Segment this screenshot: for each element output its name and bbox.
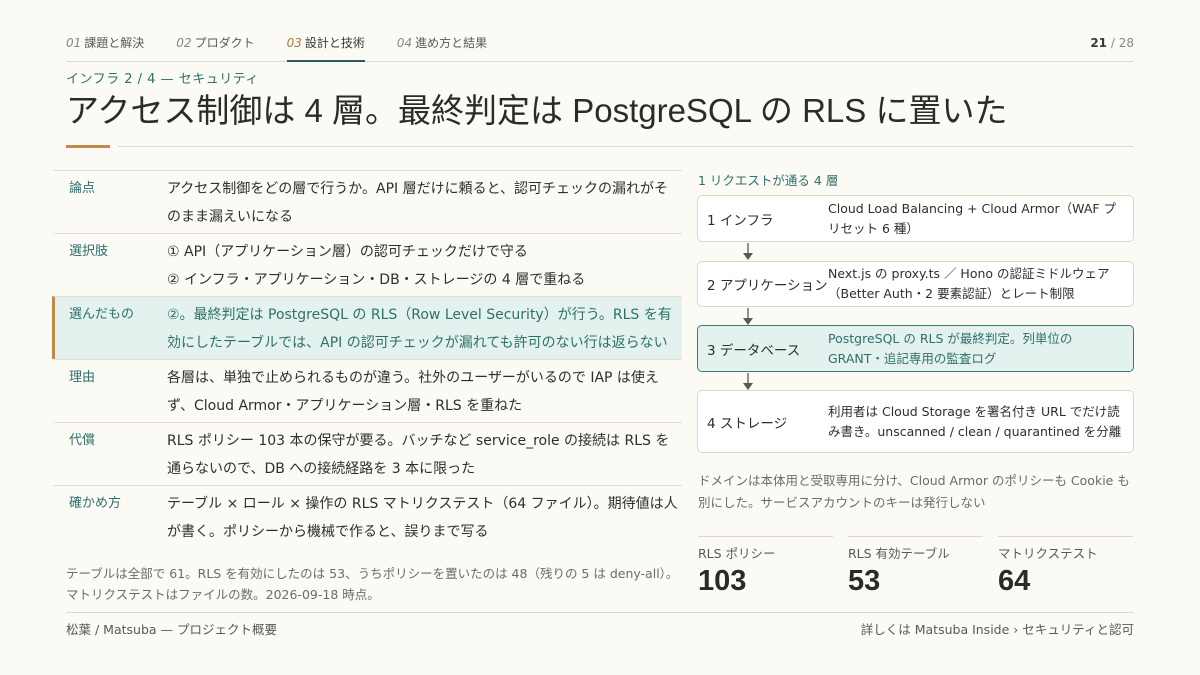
layer-storage: 4 ストレージ 利用者は Cloud Storage を署名付き URL でだけ… <box>697 390 1134 453</box>
layer-database: 3 データベース PostgreSQL の RLS が最終判定。列単位の GRA… <box>697 325 1134 372</box>
layer-desc: PostgreSQL の RLS が最終判定。列単位の GRANT・追記専用の監… <box>828 330 1073 366</box>
option-2: ② インフラ・アプリケーション・DB・ストレージの 4 層で重ねる <box>167 272 586 288</box>
stat-matrix-tests: マトリクステスト 64 <box>998 536 1133 598</box>
layer-name: 1 インフラ <box>707 212 774 229</box>
layer-desc: Next.js の proxy.ts ／ Hono の認証ミドルウェア（Bett… <box>828 266 1110 301</box>
footnote: テーブルは全部で 61。RLS を有効にしたのは 53、うちポリシーを置いたのは… <box>66 566 679 602</box>
stat-value: 103 <box>698 565 747 597</box>
row-text: テーブル × ロール × 操作の RLS マトリクステスト（64 ファイル）。期… <box>167 496 678 540</box>
stat-rls-tables: RLS 有効テーブル 53 <box>848 536 983 598</box>
title-divider <box>118 146 1134 147</box>
stat-label: RLS ポリシー <box>698 546 776 561</box>
row-text: ① API（アプリケーション層）の認可チェックだけで守る ② インフラ・アプリケ… <box>167 238 585 294</box>
layer-name: 4 ストレージ <box>707 415 788 432</box>
stat-label: RLS 有効テーブル <box>848 546 950 561</box>
diagram-note: ドメインは本体用と受取専用に分け、Cloud Armor のポリシーも Cook… <box>698 473 1130 510</box>
stat-rls-policies: RLS ポリシー 103 <box>698 536 833 598</box>
section-tabs: 01 課題と解決 02 プロダクト 03 設計と技術 04 進め方と結果 <box>66 30 1134 62</box>
stat-value: 64 <box>998 565 1031 597</box>
row-text: ②。最終判定は PostgreSQL の RLS（Row Level Secur… <box>167 307 672 351</box>
title-accent-line <box>66 145 110 148</box>
tab-process-results[interactable]: 04 進め方と結果 <box>397 30 487 62</box>
tab-product[interactable]: 02 プロダクト <box>176 30 254 62</box>
table-row-cost: 代償 RLS ポリシー 103 本の保守が要る。バッチなど service_ro… <box>52 422 682 485</box>
row-label: 代償 <box>69 433 96 448</box>
layer-name: 3 データベース <box>707 342 801 359</box>
footer-divider <box>66 612 1134 613</box>
option-1: ① API（アプリケーション層）の認可チェックだけで守る <box>167 244 528 260</box>
stat-value: 53 <box>848 565 881 597</box>
arrow-down-icon <box>743 243 753 260</box>
page-title: アクセス制御は 4 層。最終判定は PostgreSQL の RLS に置いた <box>66 92 1008 129</box>
table-row-issue: 論点 アクセス制御をどの層で行うか。API 層だけに頼ると、認可チェックの漏れが… <box>52 170 682 233</box>
layer-desc: Cloud Load Balancing + Cloud Armor（WAF プ… <box>828 200 1117 236</box>
row-text: RLS ポリシー 103 本の保守が要る。バッチなど service_role … <box>167 433 670 477</box>
diagram-title: 1 リクエストが通る 4 層 <box>698 173 839 188</box>
tab-design-tech[interactable]: 03 設計と技術 <box>286 30 365 62</box>
table-row-reason: 理由 各層は、単独で止められるものが違う。社外のユーザーがいるので IAP は使… <box>52 359 682 422</box>
table-row-options: 選択肢 ① API（アプリケーション層）の認可チェックだけで守る ② インフラ・… <box>52 233 682 296</box>
table-row-chosen: 選んだもの ②。最終判定は PostgreSQL の RLS（Row Level… <box>52 296 682 359</box>
row-text: アクセス制御をどの層で行うか。API 層だけに頼ると、認可チェックの漏れがそのま… <box>167 181 669 225</box>
row-label: 論点 <box>69 181 96 196</box>
layer-application: 2 アプリケーション Next.js の proxy.ts ／ Hono の認証… <box>697 261 1134 307</box>
top-nav: 01 課題と解決 02 プロダクト 03 設計と技術 04 進め方と結果 21 / 28 <box>66 30 1134 62</box>
row-label: 選択肢 <box>69 244 109 259</box>
stat-label: マトリクステスト <box>998 546 1098 561</box>
row-text: 各層は、単独で止められるものが違う。社外のユーザーがいるので IAP は使えず、… <box>167 370 659 414</box>
footer-project: 松葉 / Matsuba — プロジェクト概要 <box>66 622 277 637</box>
page-number: 21 / 28 <box>1090 36 1134 50</box>
arrow-down-icon <box>743 308 753 325</box>
layer-desc: 利用者は Cloud Storage を署名付き URL でだけ読み書き。uns… <box>828 403 1122 439</box>
footer-more-link[interactable]: 詳しくは Matsuba Inside › セキュリティと認可 <box>861 619 1134 638</box>
tab-issues-solution[interactable]: 01 課題と解決 <box>66 30 144 62</box>
row-label: 確かめ方 <box>69 496 122 511</box>
row-label: 理由 <box>69 370 96 385</box>
layer-name: 2 アプリケーション <box>707 278 828 294</box>
row-label: 選んだもの <box>69 307 135 322</box>
table-row-verification: 確かめ方 テーブル × ロール × 操作の RLS マトリクステスト（64 ファ… <box>52 485 682 548</box>
arrow-down-icon <box>743 373 753 390</box>
layer-infra: 1 インフラ Cloud Load Balancing + Cloud Armo… <box>697 195 1134 242</box>
decision-table: 論点 アクセス制御をどの層で行うか。API 層だけに頼ると、認可チェックの漏れが… <box>52 170 682 548</box>
